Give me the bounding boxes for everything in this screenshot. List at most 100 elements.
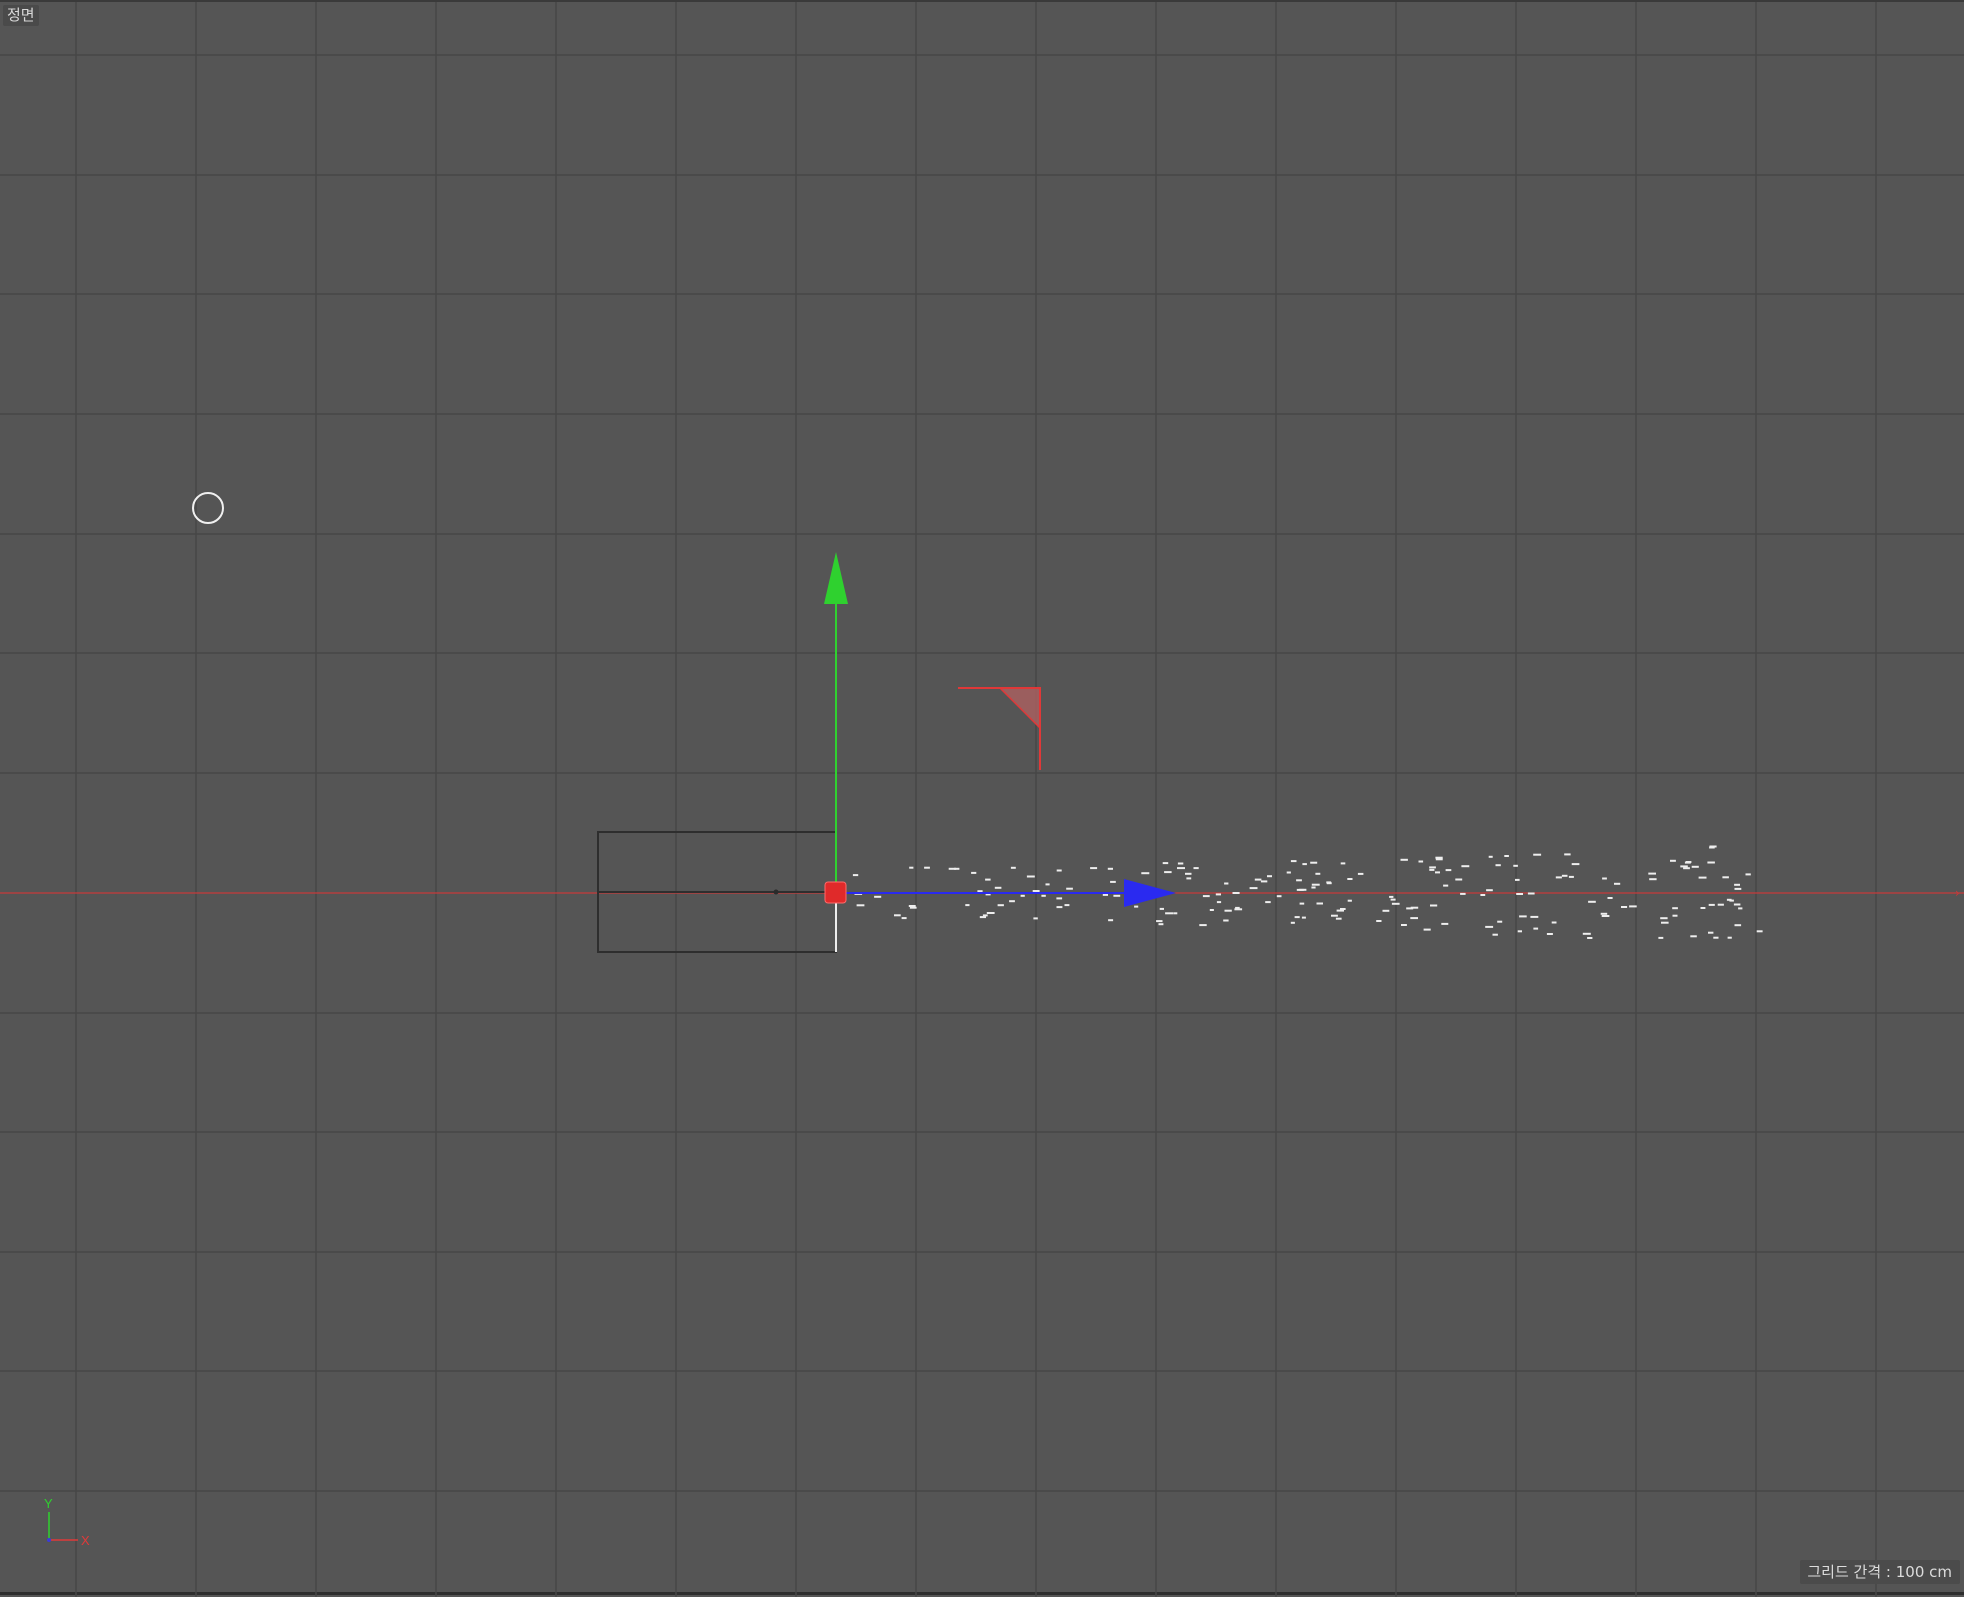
particle <box>1708 931 1714 934</box>
particle <box>1090 867 1098 870</box>
particle <box>1400 858 1408 861</box>
particle <box>1495 864 1501 867</box>
camera-frustum-icon[interactable] <box>958 687 1041 770</box>
particle <box>1340 862 1346 865</box>
particle <box>1435 871 1440 874</box>
particle <box>1199 924 1207 927</box>
particle <box>1311 883 1320 886</box>
particle <box>1684 861 1691 864</box>
particle <box>1738 907 1743 910</box>
particle <box>1186 877 1192 880</box>
gizmo-center-handle[interactable] <box>824 881 847 904</box>
grid-spacing-label: 그리드 간격 : 100 cm <box>1800 1560 1960 1584</box>
particle <box>1587 937 1593 939</box>
particle <box>1551 921 1557 924</box>
particle <box>971 871 977 874</box>
particle <box>1102 893 1108 896</box>
particle <box>1294 916 1300 919</box>
gizmo-y-axis-arrow[interactable] <box>824 552 848 604</box>
particle <box>1202 895 1210 898</box>
particle <box>1267 875 1272 878</box>
particle <box>1629 905 1637 908</box>
emitter-pivot-dot <box>773 889 779 895</box>
particle <box>1607 897 1613 899</box>
particle <box>1492 933 1498 936</box>
particle <box>1455 878 1463 881</box>
particle <box>1156 920 1163 923</box>
particle <box>1224 909 1232 912</box>
particle <box>894 914 901 917</box>
particle <box>1010 866 1016 869</box>
move-gizmo-icon[interactable] <box>824 552 1176 952</box>
particle <box>1527 892 1535 895</box>
particle <box>1734 887 1742 890</box>
view-name-label[interactable]: 정면 <box>3 5 39 26</box>
particle <box>1588 900 1596 903</box>
particle <box>1224 882 1229 885</box>
particle <box>1316 902 1323 905</box>
particle <box>1670 859 1676 862</box>
particle <box>1265 901 1271 904</box>
particle <box>1517 930 1522 933</box>
particle <box>1602 877 1607 880</box>
particle <box>1357 872 1364 875</box>
emitter-object[interactable] <box>597 831 837 953</box>
particle <box>1410 906 1419 909</box>
particle <box>1173 912 1178 915</box>
particle <box>1331 914 1338 917</box>
viewport-scene[interactable]: › Y X <box>0 2 1964 1597</box>
particle <box>1347 878 1353 880</box>
world-x-axis-end-marker: › <box>1955 886 1960 900</box>
particle <box>1056 869 1062 872</box>
particle <box>1691 865 1699 868</box>
particle <box>1564 853 1571 856</box>
particle <box>1460 892 1466 895</box>
particle <box>1347 899 1352 902</box>
particle <box>1486 889 1493 892</box>
particle <box>1533 927 1539 930</box>
particle <box>1546 933 1553 935</box>
light-circle-icon[interactable] <box>192 492 224 524</box>
particle <box>1134 905 1139 908</box>
particle <box>1658 936 1664 939</box>
particle <box>1707 861 1715 864</box>
particle <box>1216 901 1222 904</box>
particle <box>1315 872 1321 875</box>
particle <box>874 895 882 898</box>
particle <box>1209 909 1214 911</box>
particle <box>1516 893 1523 895</box>
particle <box>1177 862 1184 865</box>
particle <box>1302 863 1307 866</box>
particle <box>1026 875 1035 878</box>
particle <box>1064 904 1070 907</box>
particle <box>1299 902 1305 905</box>
particle <box>909 906 917 909</box>
particle <box>1504 855 1509 857</box>
particle <box>1193 867 1199 870</box>
particle <box>1299 888 1307 891</box>
particle <box>1690 935 1697 938</box>
particle <box>1709 846 1715 849</box>
particle <box>1232 892 1240 894</box>
particle <box>1249 887 1258 890</box>
particle <box>1485 925 1494 928</box>
particle <box>1234 908 1243 911</box>
particle <box>1185 872 1192 875</box>
gizmo-z-axis-arrow[interactable] <box>1124 879 1176 907</box>
particle <box>1441 922 1449 925</box>
particle <box>1700 907 1706 909</box>
particle <box>1488 855 1493 858</box>
particle <box>1648 872 1656 875</box>
particle <box>1286 871 1291 874</box>
particle <box>1680 865 1688 868</box>
particle <box>1056 906 1063 909</box>
particle <box>1661 921 1669 924</box>
particle <box>1726 898 1732 901</box>
particle <box>1561 874 1568 877</box>
particle <box>1418 860 1424 863</box>
3d-viewport[interactable]: › Y X 정면 그리드 간격: 100 cm <box>0 0 1964 1597</box>
particle <box>1159 907 1164 910</box>
particle <box>1429 868 1435 871</box>
particle <box>1215 893 1221 896</box>
particle <box>1009 900 1015 903</box>
